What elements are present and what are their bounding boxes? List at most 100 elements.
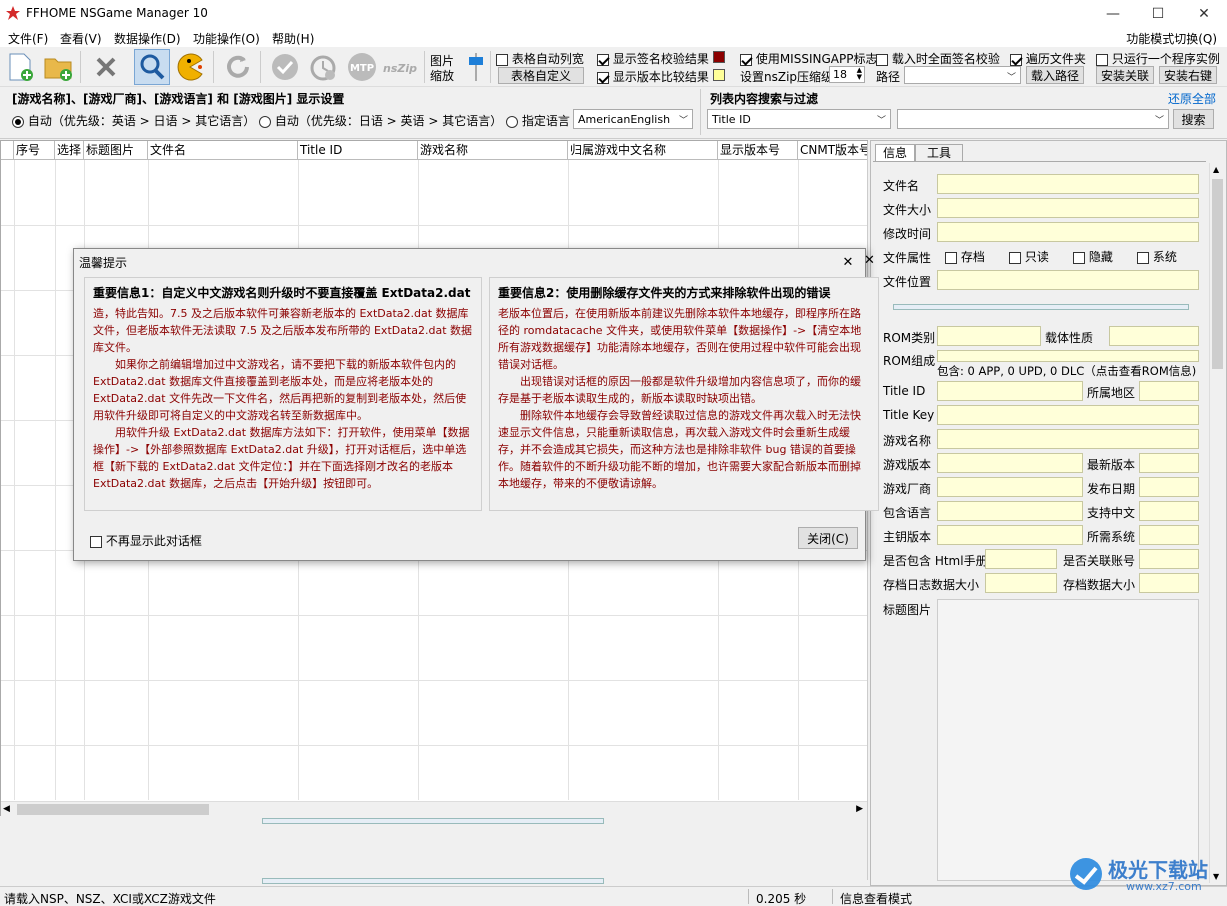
pacman-icon[interactable] bbox=[172, 49, 208, 85]
field-modified-time[interactable] bbox=[937, 222, 1199, 242]
menu-function-ops[interactable]: 功能操作(O) bbox=[193, 30, 260, 47]
attr-hidden-checkbox[interactable]: 隐藏 bbox=[1073, 248, 1113, 265]
field-file-name[interactable] bbox=[937, 174, 1199, 194]
label-html-manual: 是否包含 Html手册 bbox=[883, 554, 988, 568]
section-splitter[interactable] bbox=[893, 304, 1189, 310]
field-rom-composition[interactable] bbox=[937, 350, 1199, 362]
radio-auto-en-first[interactable]: 自动（优先级：英语 > 日语 > 其它语言） bbox=[12, 112, 255, 129]
load-path-button[interactable]: 载入路径 bbox=[1026, 66, 1084, 84]
remove-icon[interactable] bbox=[88, 49, 124, 85]
search-icon[interactable] bbox=[134, 49, 170, 85]
install-right-key-button[interactable]: 安装右键 bbox=[1159, 66, 1217, 84]
field-languages[interactable] bbox=[937, 501, 1083, 521]
close-window-button[interactable]: ✕ bbox=[1181, 0, 1227, 28]
field-release-date[interactable] bbox=[1139, 477, 1199, 497]
radio-specify-language[interactable]: 指定语言 bbox=[506, 112, 570, 129]
traverse-folder-checkbox[interactable]: 遍历文件夹 bbox=[1010, 50, 1086, 67]
tab-info[interactable]: 信息 bbox=[875, 144, 915, 162]
alarm-check-icon[interactable] bbox=[305, 49, 341, 85]
attr-archive-checkbox[interactable]: 存档 bbox=[945, 248, 985, 265]
show-sig-check-checkbox[interactable]: 显示签名校验结果 bbox=[597, 50, 709, 67]
col-header-filename[interactable]: 文件名 bbox=[148, 141, 298, 160]
sig-color-swatch[interactable] bbox=[713, 51, 725, 63]
check-icon[interactable] bbox=[267, 49, 303, 85]
show-version-compare-checkbox[interactable]: 显示版本比较结果 bbox=[597, 68, 709, 85]
new-file-icon[interactable] bbox=[2, 49, 38, 85]
toolbar-separator bbox=[213, 51, 214, 83]
dialog-close-button[interactable]: 关闭(C) bbox=[798, 527, 858, 549]
field-media-type[interactable] bbox=[1109, 326, 1199, 346]
rom-contains-link[interactable]: 包含: 0 APP, 0 UPD, 0 DLC（点击查看ROM信息) bbox=[937, 363, 1196, 379]
label-title-id: Title ID bbox=[883, 384, 926, 398]
dont-show-again-checkbox[interactable]: 不再显示此对话框 bbox=[90, 532, 202, 549]
attr-system-checkbox[interactable]: 系统 bbox=[1137, 248, 1177, 265]
maximize-button[interactable]: ☐ bbox=[1135, 0, 1181, 28]
field-save-log-size[interactable] bbox=[985, 573, 1057, 593]
horizontal-scrollbar[interactable]: ◀ ▶ bbox=[1, 801, 867, 817]
field-title-key[interactable] bbox=[937, 405, 1199, 425]
table-custom-button[interactable]: 表格自定义 bbox=[498, 67, 584, 84]
field-linked-account[interactable] bbox=[1139, 549, 1199, 569]
col-header-cnmt-version[interactable]: CNMT版本号 bbox=[798, 141, 868, 160]
search-button[interactable]: 搜索 bbox=[1173, 109, 1214, 129]
nszip-icon[interactable]: nsZip bbox=[382, 49, 418, 85]
use-missingapp-checkbox[interactable]: 使用MISSINGAPP标志 bbox=[740, 50, 877, 67]
full-sig-check-checkbox[interactable]: 载入时全面签名校验 bbox=[876, 50, 1000, 67]
nszip-level-spinner[interactable]: 18 ▲ ▼ bbox=[829, 66, 865, 83]
single-instance-checkbox[interactable]: 只运行一个程序实例 bbox=[1096, 50, 1220, 67]
field-game-vendor[interactable] bbox=[937, 477, 1083, 497]
col-header-title-image[interactable]: 标题图片 bbox=[84, 141, 148, 160]
auto-col-width-checkbox[interactable]: 表格自动列宽 bbox=[496, 50, 584, 67]
title-image-box bbox=[937, 599, 1199, 881]
tab-tools[interactable]: 工具 bbox=[915, 144, 963, 162]
dialog-close-x-button[interactable]: ✕ bbox=[836, 253, 860, 271]
field-file-location[interactable] bbox=[937, 270, 1199, 290]
tips-dialog: 温馨提示 ✕ ✕ 重要信息1：自定义中文游戏名则升级时不要直接覆盖 ExtDat… bbox=[73, 248, 879, 561]
col-header-select[interactable]: 选择 bbox=[55, 141, 84, 160]
attr-readonly-checkbox[interactable]: 只读 bbox=[1009, 248, 1049, 265]
menu-data-ops[interactable]: 数据操作(D) bbox=[114, 30, 181, 47]
col-header-index[interactable]: 序号 bbox=[14, 141, 55, 160]
col-header-game-name[interactable]: 游戏名称 bbox=[418, 141, 568, 160]
splitter-grip-bottom[interactable] bbox=[262, 878, 604, 884]
label-release-date: 发布日期 bbox=[1087, 482, 1136, 496]
label-file-name: 文件名 bbox=[883, 179, 920, 193]
menu-view[interactable]: 查看(V) bbox=[60, 30, 102, 47]
field-rom-type[interactable] bbox=[937, 326, 1041, 346]
field-key-version[interactable] bbox=[937, 525, 1083, 545]
col-header-title-id[interactable]: Title ID bbox=[298, 141, 418, 160]
info-panel-scrollbar[interactable]: ▲ ▼ bbox=[1209, 163, 1225, 883]
splitter-grip[interactable] bbox=[262, 818, 604, 824]
path-dropdown[interactable]: ﹀ bbox=[904, 66, 1021, 84]
field-chinese-support[interactable] bbox=[1139, 501, 1199, 521]
language-select[interactable]: AmericanEnglish ﹀ bbox=[573, 109, 693, 129]
col-header-cn-name[interactable]: 归属游戏中文名称 bbox=[568, 141, 718, 160]
field-title-id[interactable] bbox=[937, 381, 1083, 401]
field-file-size[interactable] bbox=[937, 198, 1199, 218]
field-latest-version[interactable] bbox=[1139, 453, 1199, 473]
field-required-system[interactable] bbox=[1139, 525, 1199, 545]
mode-switch-menu[interactable]: 功能模式切换(Q) bbox=[1126, 30, 1217, 47]
field-game-name[interactable] bbox=[937, 429, 1199, 449]
col-header-display-version[interactable]: 显示版本号 bbox=[718, 141, 798, 160]
watermark: 极光下载站 www.xz7.com bbox=[1068, 852, 1218, 896]
image-zoom-slider[interactable] bbox=[466, 53, 486, 81]
field-region[interactable] bbox=[1139, 381, 1199, 401]
field-game-version[interactable] bbox=[937, 453, 1083, 473]
add-folder-icon[interactable] bbox=[40, 49, 76, 85]
field-save-data-size[interactable] bbox=[1139, 573, 1199, 593]
field-html-manual[interactable] bbox=[985, 549, 1057, 569]
version-color-swatch[interactable] bbox=[713, 69, 725, 81]
minimize-button[interactable]: — bbox=[1090, 0, 1136, 28]
refresh-icon[interactable] bbox=[220, 49, 256, 85]
restore-all-link[interactable]: 还原全部 bbox=[1168, 90, 1216, 107]
search-input[interactable]: ﹀ bbox=[897, 109, 1169, 129]
menu-file[interactable]: 文件(F) bbox=[8, 30, 48, 47]
mtp-icon[interactable]: MTP bbox=[344, 49, 380, 85]
radio-auto-jp-first[interactable]: 自动（优先级：日语 > 英语 > 其它语言） bbox=[259, 112, 502, 129]
dialog-close-icon[interactable]: ✕ bbox=[864, 253, 875, 268]
install-assoc-button[interactable]: 安装关联 bbox=[1096, 66, 1154, 84]
search-field-select[interactable]: Title ID ﹀ bbox=[707, 109, 891, 129]
menu-help[interactable]: 帮助(H) bbox=[272, 30, 314, 47]
toolbar-separator bbox=[80, 51, 81, 83]
